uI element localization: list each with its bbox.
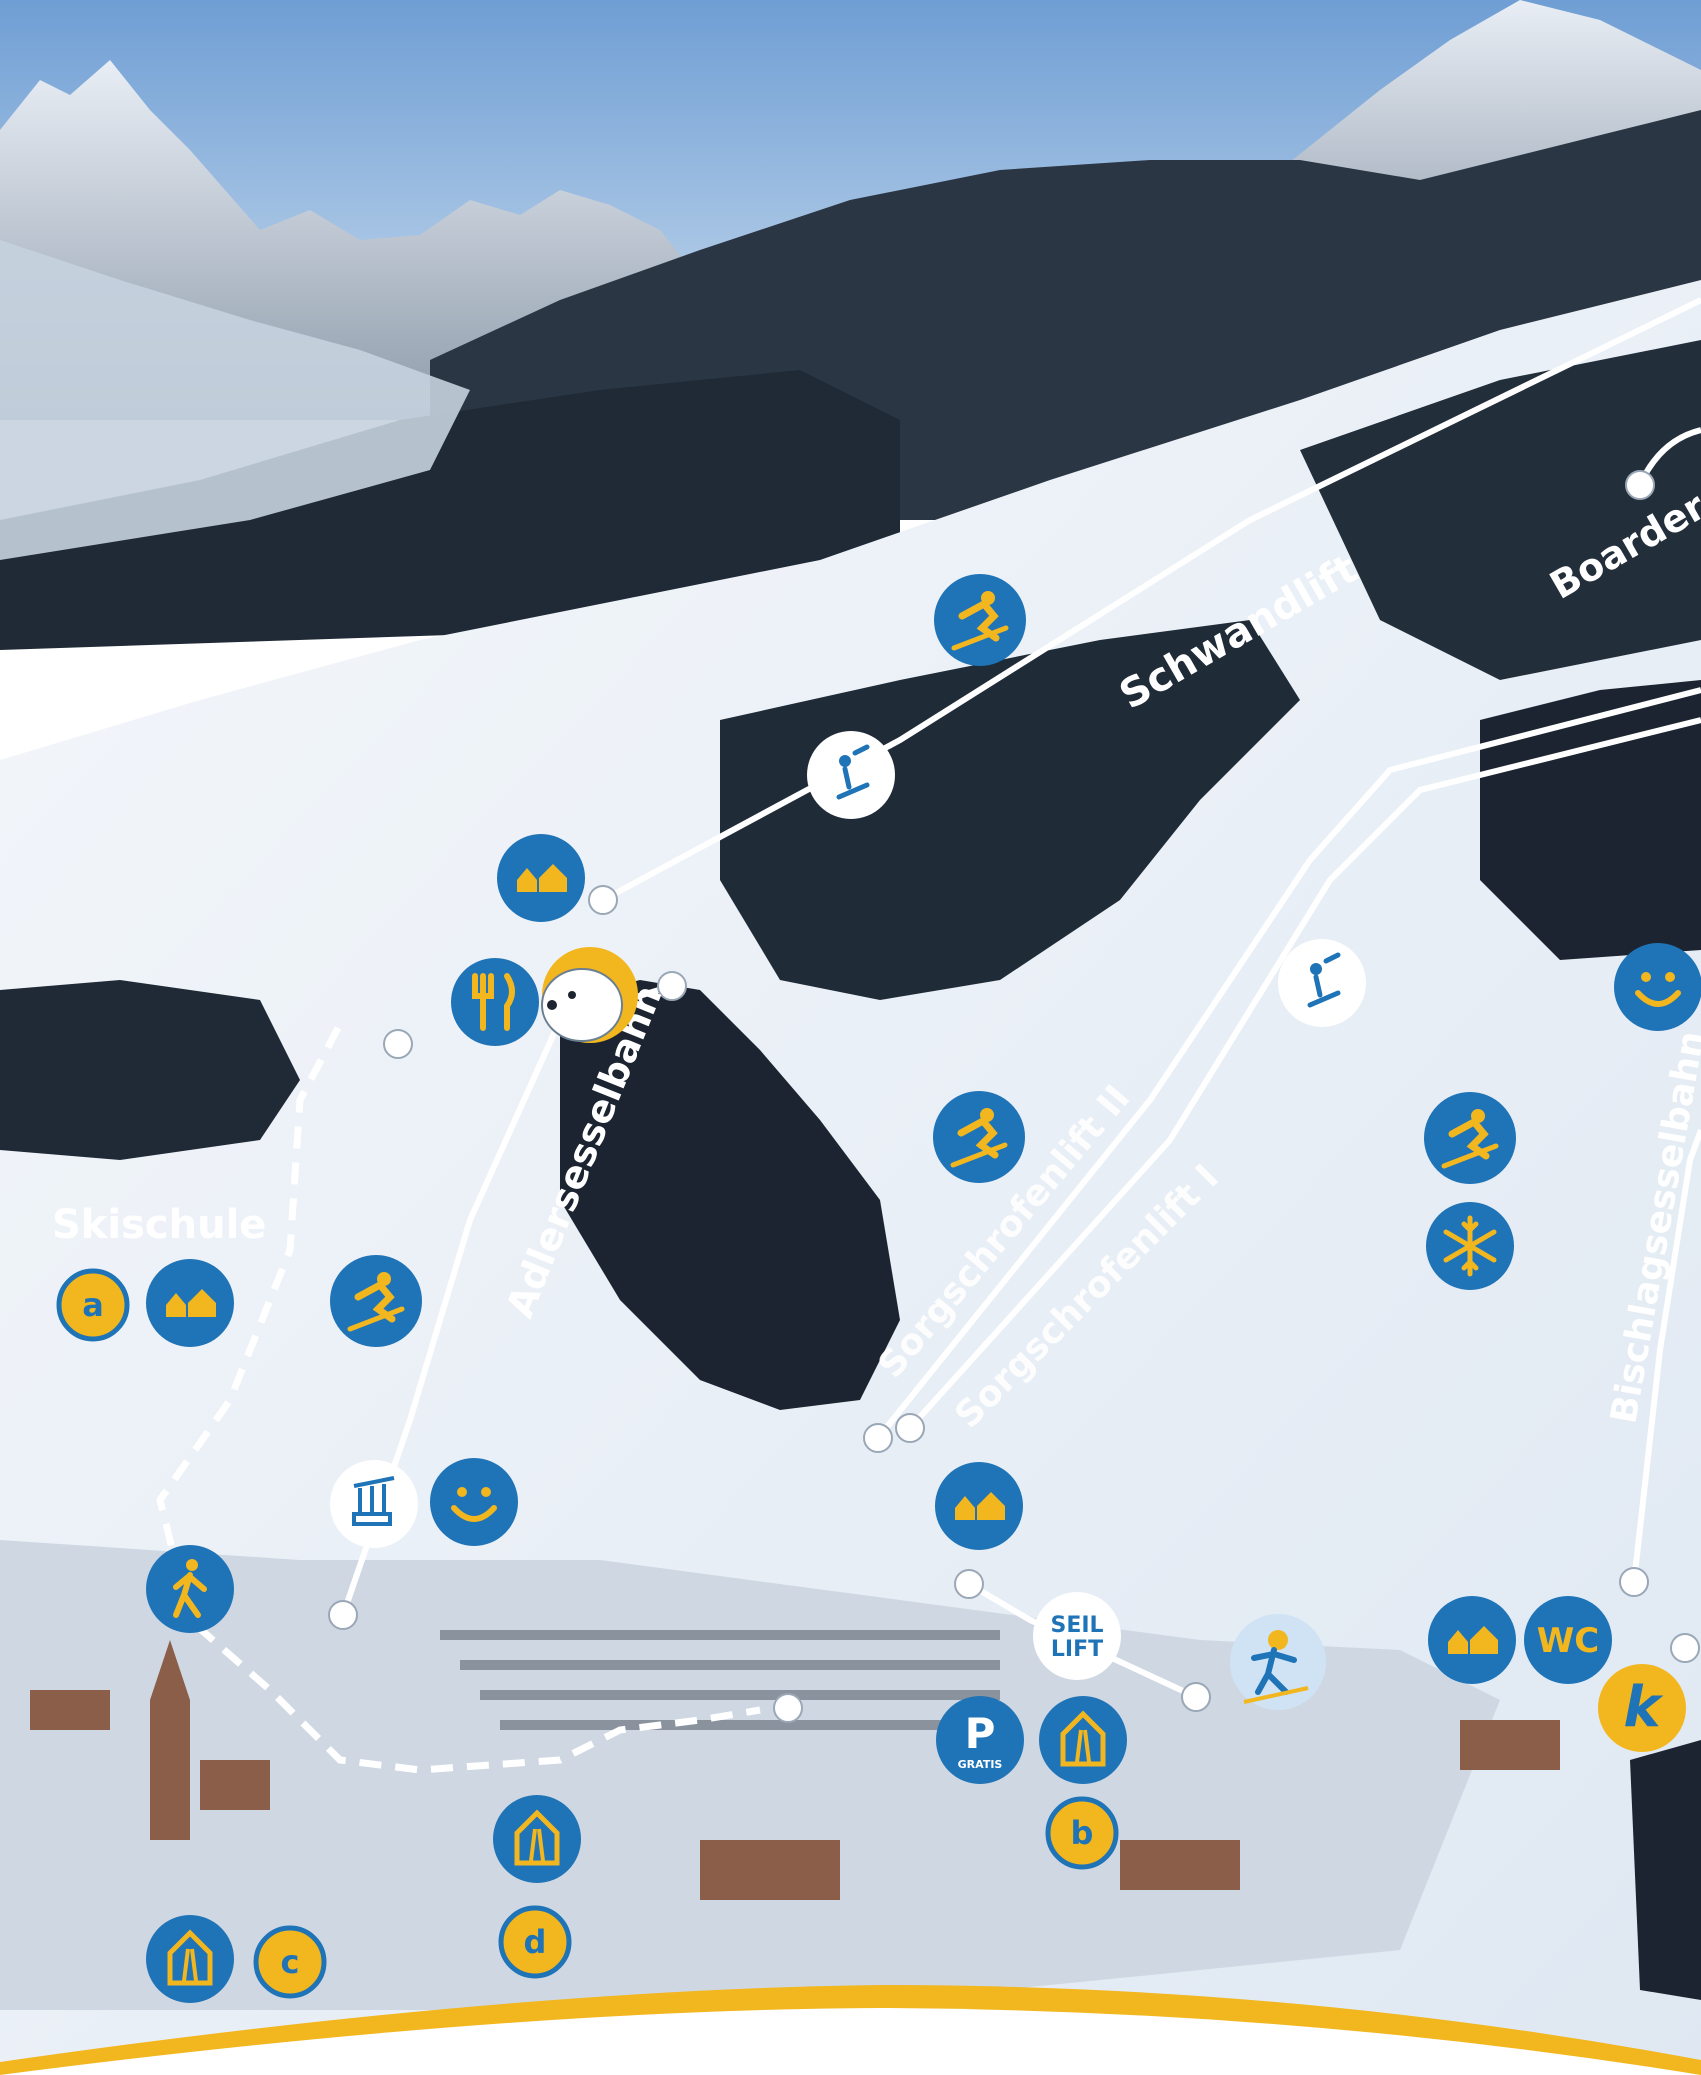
smiley-icon[interactable]: [1614, 943, 1701, 1031]
k-badge-text: k: [1623, 1675, 1664, 1740]
badge-b-text: b: [1071, 1814, 1094, 1852]
skier-icon[interactable]: [330, 1255, 422, 1347]
badge-a[interactable]: a: [56, 1268, 130, 1342]
forest-left: [0, 980, 300, 1160]
seillift-badge-line1: SEIL: [1050, 1613, 1103, 1638]
hut-icon[interactable]: [935, 1462, 1023, 1550]
seillift-badge[interactable]: SEIL LIFT: [1033, 1592, 1121, 1680]
skischule-label: Skischule: [52, 1202, 266, 1248]
badge-d-text: d: [524, 1923, 547, 1961]
hut-icon[interactable]: [1428, 1596, 1516, 1684]
hut-icon[interactable]: [497, 834, 585, 922]
drag-lift-icon[interactable]: [1278, 939, 1366, 1027]
chairlift-icon[interactable]: [330, 1460, 418, 1548]
seillift-badge-line2: LIFT: [1051, 1637, 1103, 1662]
hiker-icon[interactable]: [146, 1545, 234, 1633]
forest-bottom-right: [1630, 1740, 1701, 2000]
badge-c-text: c: [281, 1943, 300, 1981]
skier-mascot: [1230, 1614, 1326, 1710]
wc-badge-text: WC: [1537, 1621, 1599, 1661]
badge-a-text: a: [82, 1286, 104, 1324]
polar-bear-mascot: [541, 947, 638, 1043]
ski-rental-icon[interactable]: [493, 1795, 581, 1883]
smiley-icon[interactable]: [430, 1458, 518, 1546]
k-badge[interactable]: k: [1598, 1664, 1686, 1752]
parking-badge-sub: GRATIS: [958, 1758, 1003, 1771]
ski-rental-icon[interactable]: [146, 1915, 234, 2003]
ski-rental-icon[interactable]: [1039, 1696, 1127, 1784]
parking-badge-letter: P: [965, 1709, 996, 1758]
badge-b[interactable]: b: [1045, 1796, 1119, 1870]
ski-map: Schwandlift Boarder- Adlersesselbahn Sor…: [0, 0, 1701, 2075]
skier-icon[interactable]: [933, 1091, 1025, 1183]
snowflake-icon[interactable]: [1426, 1202, 1514, 1290]
parking-badge[interactable]: P GRATIS: [936, 1696, 1024, 1784]
wc-badge[interactable]: WC: [1524, 1596, 1612, 1684]
badge-d[interactable]: d: [498, 1905, 572, 1979]
hut-icon[interactable]: [146, 1259, 234, 1347]
skier-icon[interactable]: [934, 574, 1026, 666]
drag-lift-icon[interactable]: [807, 731, 895, 819]
restaurant-icon[interactable]: [451, 958, 539, 1046]
badge-c[interactable]: c: [253, 1925, 327, 1999]
skier-icon[interactable]: [1424, 1092, 1516, 1184]
